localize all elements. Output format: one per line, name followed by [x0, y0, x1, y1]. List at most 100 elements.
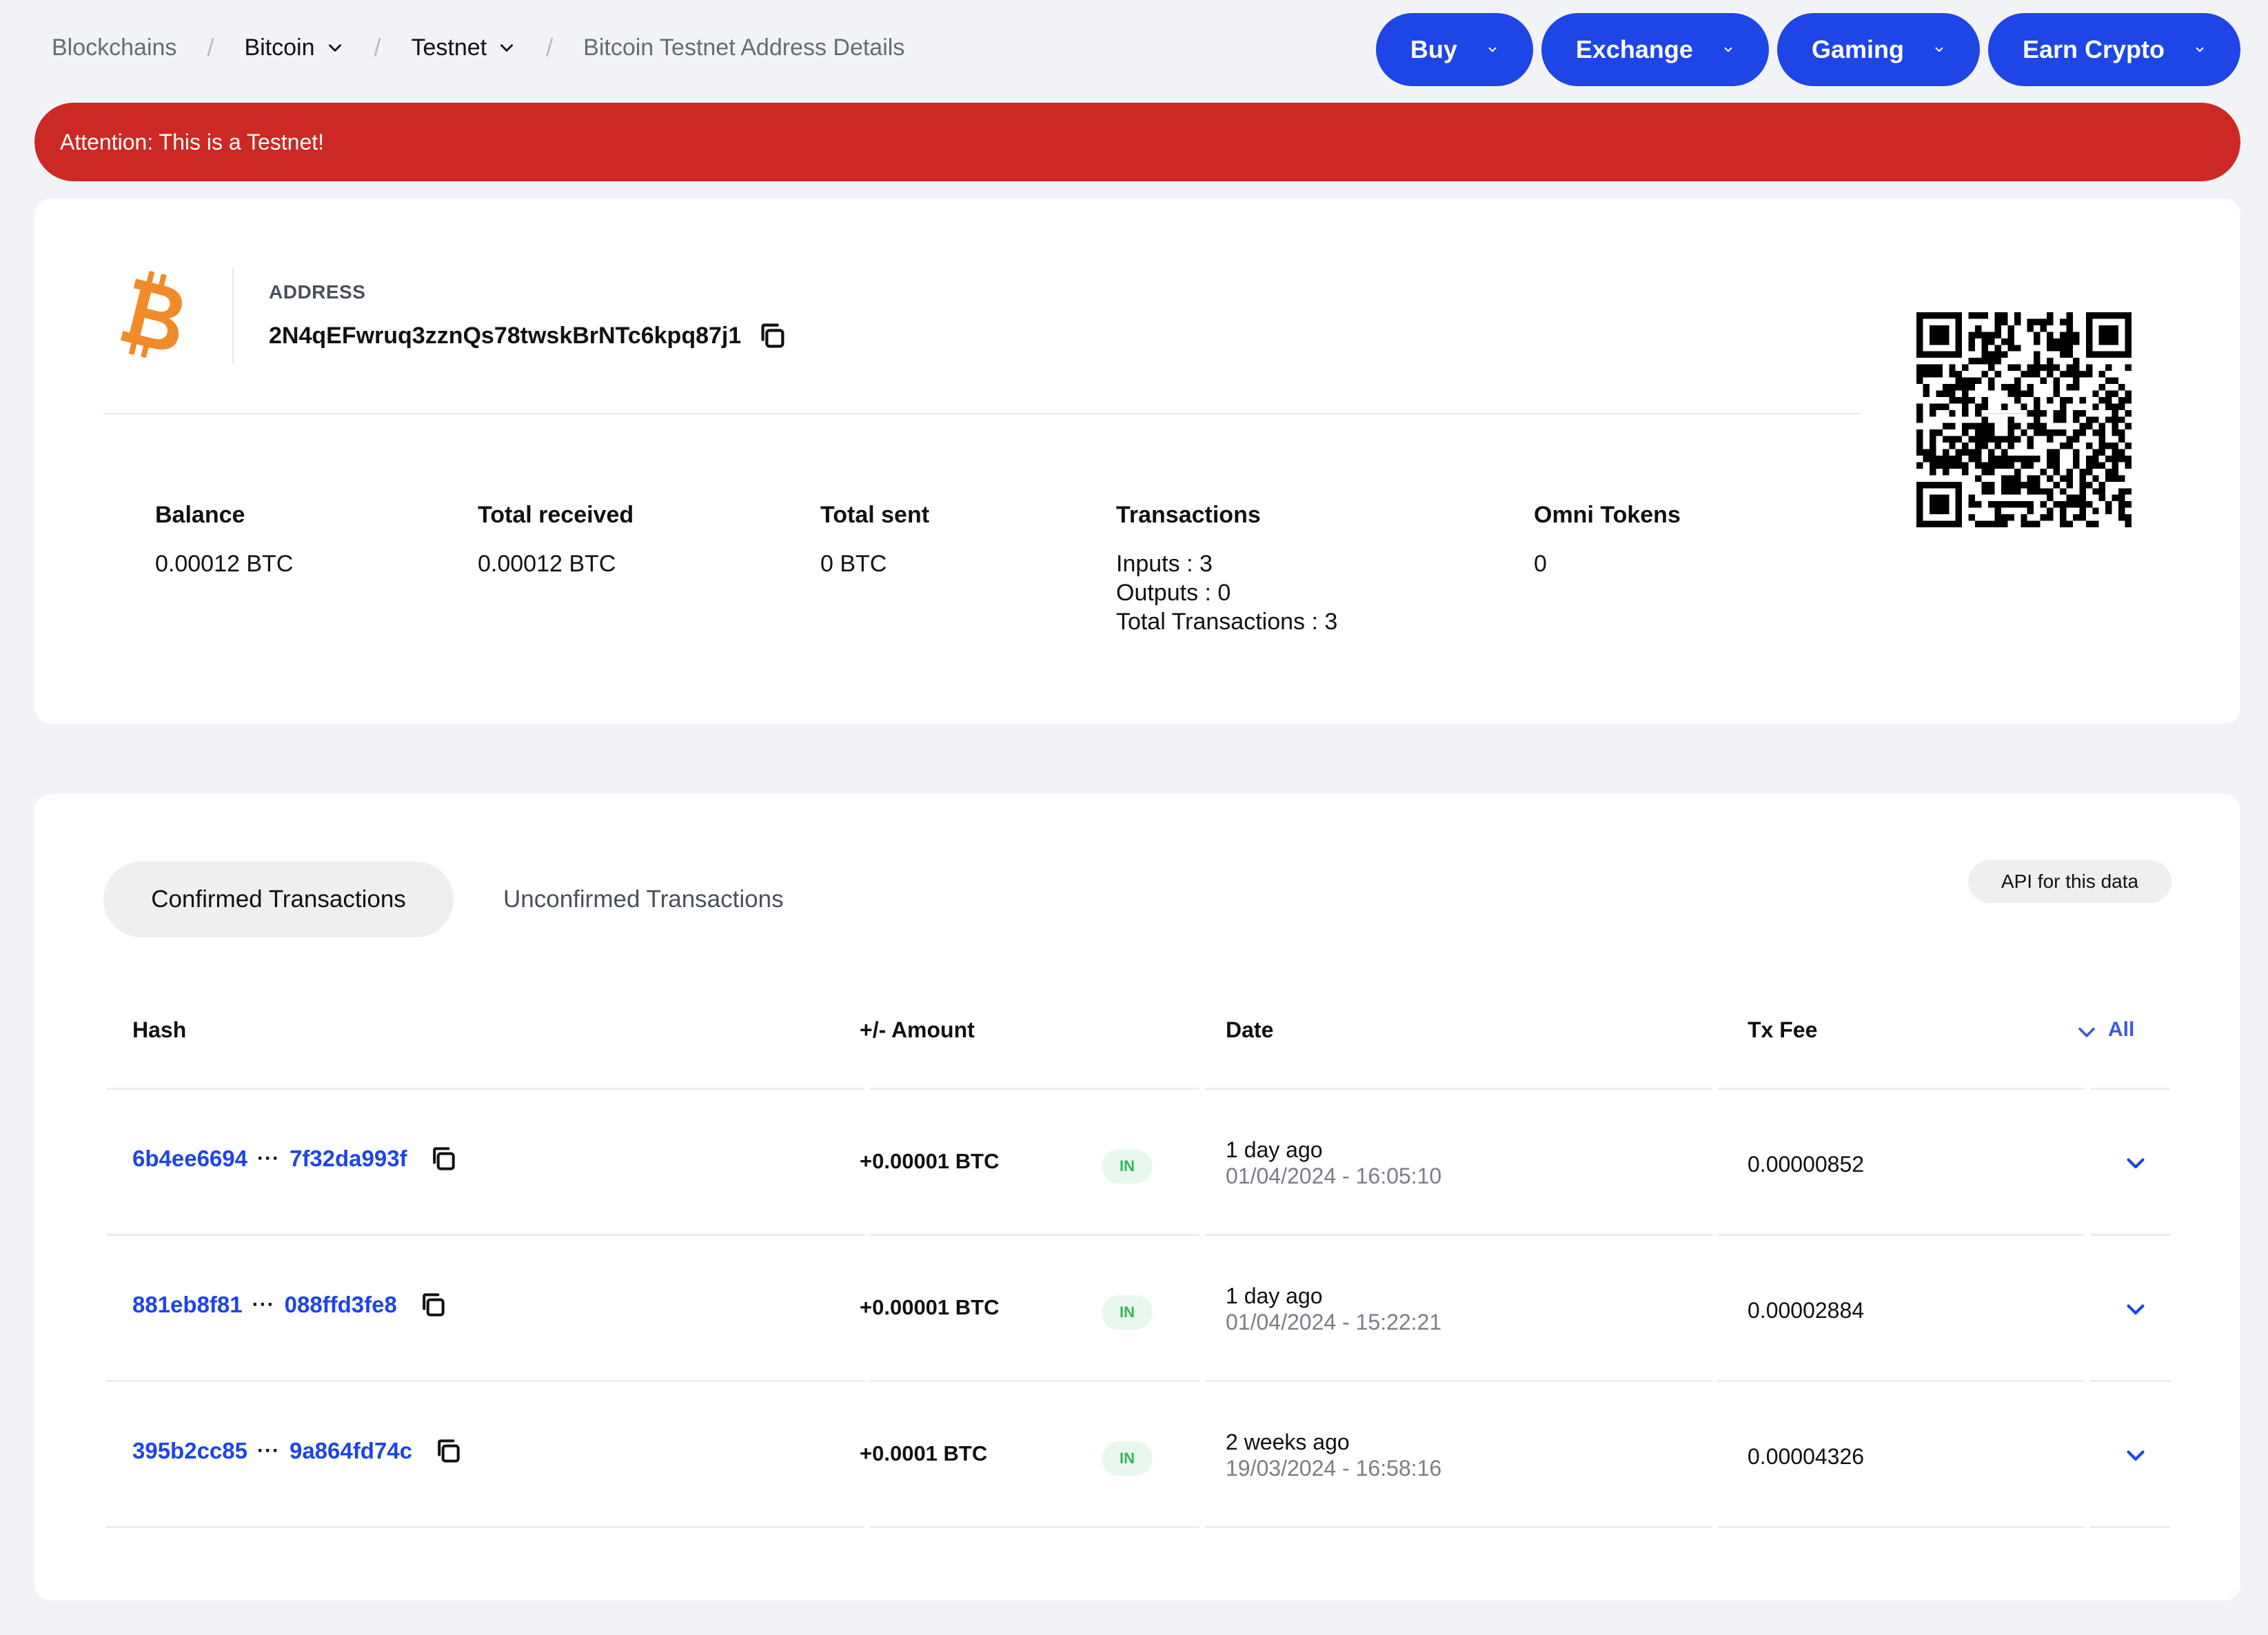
- chevron-down-icon: [500, 44, 514, 52]
- tx-hash: 395b2cc85 ··· 9a864fd74c: [132, 1436, 463, 1466]
- testnet-alert: Attention: This is a Testnet!: [34, 103, 2240, 181]
- copy-icon[interactable]: [418, 1290, 448, 1320]
- stat-transactions: Transactions Inputs : 3 Outputs : 0 Tota…: [1116, 502, 1337, 636]
- top-bar: Blockchains / Bitcoin / Testnet / Bitcoi…: [0, 0, 2268, 100]
- stat-total-transactions: Total Transactions : 3: [1116, 609, 1338, 635]
- direction-badge: IN: [1102, 1295, 1153, 1330]
- chevron-down-icon[interactable]: [2123, 1150, 2148, 1175]
- stat-total-sent: Total sent 0 BTC: [820, 502, 929, 578]
- breadcrumb-separator: /: [374, 33, 381, 61]
- tx-date: 1 day ago 01/04/2024 - 15:22:21: [1226, 1283, 1441, 1335]
- address-card: ADDRESS 2N4qEFwruq3zznQs78twskBrNTc6kpq8…: [34, 199, 2240, 724]
- stat-total-received: Total received 0.00012 BTC: [478, 502, 634, 578]
- row-divider: [106, 1526, 2170, 1528]
- breadcrumb: Blockchains / Bitcoin / Testnet / Bitcoi…: [52, 33, 904, 62]
- chevron-down-icon: [1488, 47, 1497, 52]
- api-for-this-data-button[interactable]: API for this data: [1968, 860, 2171, 903]
- bitcoin-logo-icon: [120, 271, 182, 358]
- stat-transactions-label: Transactions: [1116, 502, 1261, 528]
- exchange-button[interactable]: Exchange: [1541, 13, 1769, 86]
- tx-hash-ellipsis: ···: [256, 1439, 280, 1462]
- earn-crypto-button[interactable]: Earn Crypto: [1987, 13, 2240, 86]
- tx-hash-start-link[interactable]: 881eb8f81: [132, 1292, 243, 1318]
- copy-icon[interactable]: [433, 1436, 463, 1466]
- column-header-amount: +/- Amount: [860, 1017, 975, 1042]
- tx-date-absolute: 01/04/2024 - 15:22:21: [1226, 1310, 1442, 1334]
- copy-icon[interactable]: [756, 320, 788, 352]
- column-header-date: Date: [1226, 1017, 1274, 1042]
- expand-all-button[interactable]: All: [2075, 1016, 2134, 1044]
- stat-total-received-label: Total received: [478, 502, 634, 528]
- tx-hash-start-link[interactable]: 395b2cc85: [132, 1438, 247, 1464]
- buy-button-label: Buy: [1410, 35, 1457, 63]
- tx-date: 2 weeks ago 19/03/2024 - 16:58:16: [1226, 1429, 1441, 1481]
- breadcrumb-testnet-label: Testnet: [411, 34, 487, 61]
- buy-button[interactable]: Buy: [1375, 13, 1533, 86]
- tx-amount: +0.00001 BTC: [860, 1149, 1000, 1173]
- divider: [103, 413, 1861, 414]
- chevron-down-icon: [1724, 47, 1732, 52]
- chevron-down-icon: [328, 44, 341, 52]
- table-row[interactable]: 881eb8f81 ··· 088ffd3fe8 +0.00001 BTC IN…: [34, 1236, 2240, 1382]
- tx-hash-ellipsis: ···: [252, 1293, 275, 1316]
- tx-hash-end-link[interactable]: 088ffd3fe8: [285, 1292, 397, 1318]
- stat-omni-tokens-value: 0: [1534, 551, 1547, 577]
- tx-hash: 881eb8f81 ··· 088ffd3fe8: [132, 1290, 448, 1320]
- stat-outputs: Outputs : 0: [1116, 580, 1231, 606]
- tx-date-relative: 2 weeks ago: [1226, 1430, 1350, 1454]
- breadcrumb-current-page: Bitcoin Testnet Address Details: [583, 34, 905, 61]
- tx-hash-end-link[interactable]: 9a864fd74c: [290, 1438, 412, 1464]
- breadcrumb-blockchains[interactable]: Blockchains: [52, 34, 176, 61]
- stat-total-received-value: 0.00012 BTC: [478, 551, 616, 577]
- qr-code[interactable]: [1916, 312, 2132, 527]
- column-header-tx-fee: Tx Fee: [1748, 1017, 1818, 1042]
- tab-unconfirmed-transactions[interactable]: Unconfirmed Transactions: [503, 862, 784, 937]
- tx-date: 1 day ago 01/04/2024 - 16:05:10: [1226, 1137, 1441, 1189]
- tx-amount: +0.00001 BTC: [860, 1295, 1000, 1319]
- tx-hash-ellipsis: ···: [256, 1147, 280, 1170]
- copy-icon[interactable]: [428, 1144, 458, 1174]
- tx-fee: 0.00002884: [1748, 1298, 1865, 1323]
- tab-confirmed-transactions[interactable]: Confirmed Transactions: [103, 862, 454, 937]
- stat-balance-value: 0.00012 BTC: [155, 551, 294, 577]
- breadcrumb-separator: /: [546, 33, 554, 61]
- gaming-button[interactable]: Gaming: [1776, 13, 1980, 86]
- chevron-down-icon[interactable]: [2123, 1297, 2148, 1321]
- chevron-down-icon[interactable]: [2123, 1443, 2148, 1468]
- stat-total-sent-value: 0 BTC: [820, 551, 887, 577]
- gaming-button-label: Gaming: [1811, 35, 1904, 63]
- tx-amount: +0.0001 BTC: [860, 1441, 988, 1465]
- stat-balance-label: Balance: [155, 502, 245, 528]
- stat-transactions-values: Inputs : 3 Outputs : 0 Total Transaction…: [1116, 549, 1337, 636]
- column-header-hash: Hash: [132, 1017, 187, 1042]
- table-row[interactable]: 6b4ee6694 ··· 7f32da993f +0.00001 BTC IN…: [34, 1090, 2240, 1236]
- chevron-down-icon: [2196, 47, 2204, 52]
- tx-date-absolute: 01/04/2024 - 16:05:10: [1226, 1164, 1442, 1188]
- stat-omni-tokens-label: Omni Tokens: [1534, 502, 1681, 528]
- transactions-card: Confirmed Transactions Unconfirmed Trans…: [34, 794, 2240, 1601]
- expand-all-label: All: [2108, 1018, 2135, 1041]
- table-row[interactable]: 395b2cc85 ··· 9a864fd74c +0.0001 BTC IN …: [34, 1382, 2240, 1528]
- tx-hash-start-link[interactable]: 6b4ee6694: [132, 1146, 247, 1172]
- address-label: ADDRESS: [269, 281, 366, 303]
- breadcrumb-testnet-dropdown[interactable]: Testnet: [412, 34, 516, 61]
- earn-crypto-button-label: Earn Crypto: [2022, 35, 2165, 63]
- testnet-alert-text: Attention: This is a Testnet!: [60, 129, 325, 154]
- breadcrumb-bitcoin-label: Bitcoin: [244, 34, 315, 61]
- tx-date-absolute: 19/03/2024 - 16:58:16: [1226, 1456, 1442, 1481]
- address-value[interactable]: 2N4qEFwruq3zznQs78twskBrNTc6kpq87j1: [269, 323, 741, 349]
- stat-total-sent-label: Total sent: [820, 502, 930, 528]
- stat-inputs: Inputs : 3: [1116, 551, 1213, 577]
- tx-fee: 0.00000852: [1748, 1152, 1865, 1177]
- tx-hash-end-link[interactable]: 7f32da993f: [290, 1146, 407, 1172]
- breadcrumb-separator: /: [207, 33, 214, 61]
- exchange-button-label: Exchange: [1575, 35, 1693, 63]
- nav-buttons: Buy Exchange Gaming Earn Crypto: [1375, 13, 2240, 86]
- breadcrumb-bitcoin-dropdown[interactable]: Bitcoin: [244, 34, 343, 61]
- tx-fee: 0.00004326: [1748, 1444, 1865, 1469]
- tx-date-relative: 1 day ago: [1226, 1137, 1323, 1162]
- direction-badge: IN: [1102, 1441, 1153, 1476]
- address-value-row: 2N4qEFwruq3zznQs78twskBrNTc6kpq87j1: [269, 320, 788, 352]
- stat-balance: Balance 0.00012 BTC: [155, 502, 293, 578]
- chevron-down-icon: [1935, 47, 1943, 52]
